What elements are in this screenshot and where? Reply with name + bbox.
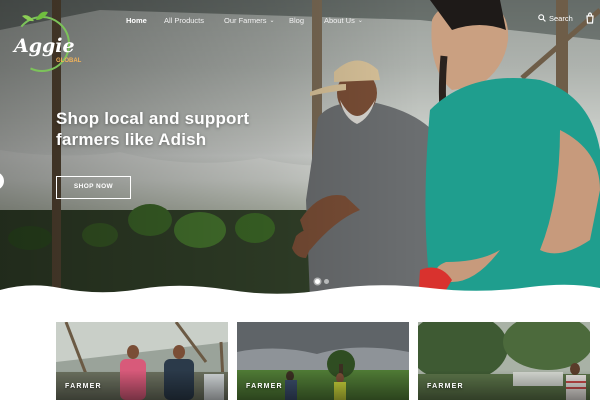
cart-icon[interactable] <box>584 12 596 24</box>
shop-now-button[interactable]: SHOP NOW <box>56 176 131 199</box>
nav-item-about-us[interactable]: About Us ⌄ <box>324 16 363 25</box>
hero-wave-divider <box>0 284 600 310</box>
chevron-down-icon: ⌄ <box>357 18 363 24</box>
farmer-card[interactable]: FARMER <box>237 322 409 400</box>
nav-item-our-farmers[interactable]: Our Farmers ⌄ <box>224 16 275 25</box>
nav-item-label: About Us <box>324 16 355 25</box>
nav-item-label: Our Farmers <box>224 16 267 25</box>
nav-item-all-products[interactable]: All Products <box>164 16 204 25</box>
nav-item-label: Blog <box>289 16 305 25</box>
farmer-card[interactable]: FARMER <box>418 322 590 400</box>
search-label: Search <box>549 14 573 23</box>
search-button[interactable]: Search <box>538 14 573 23</box>
logo-subtext: GLOBAL <box>56 58 82 64</box>
hero-headline: Shop local and support farmers like Adis… <box>56 108 316 150</box>
card-category: FARMER <box>65 383 102 390</box>
nav-item-label: Home <box>126 16 147 25</box>
farmer-cards: FARMER FARMER FARMER <box>56 322 590 400</box>
hero-overlay <box>0 0 600 300</box>
logo-wordmark: Aggie <box>12 35 75 57</box>
nav-item-home[interactable]: Home <box>126 16 147 25</box>
main-navigation: Home All Products Our Farmers ⌄ Blog Abou… <box>0 16 600 30</box>
card-category: FARMER <box>246 383 283 390</box>
nav-item-label: All Products <box>164 16 205 25</box>
nav-item-blog[interactable]: Blog <box>289 16 304 25</box>
card-category: FARMER <box>427 383 464 390</box>
hero-headline-line-1: Shop local and support <box>56 109 250 128</box>
chevron-down-icon: ⌄ <box>269 18 275 24</box>
farmer-card[interactable]: FARMER <box>56 322 228 400</box>
hero-headline-line-2: farmers like Adish <box>56 130 207 149</box>
hero-banner: Aggie GLOBAL Home All Products Our Farme… <box>0 0 600 300</box>
search-icon <box>538 14 546 22</box>
